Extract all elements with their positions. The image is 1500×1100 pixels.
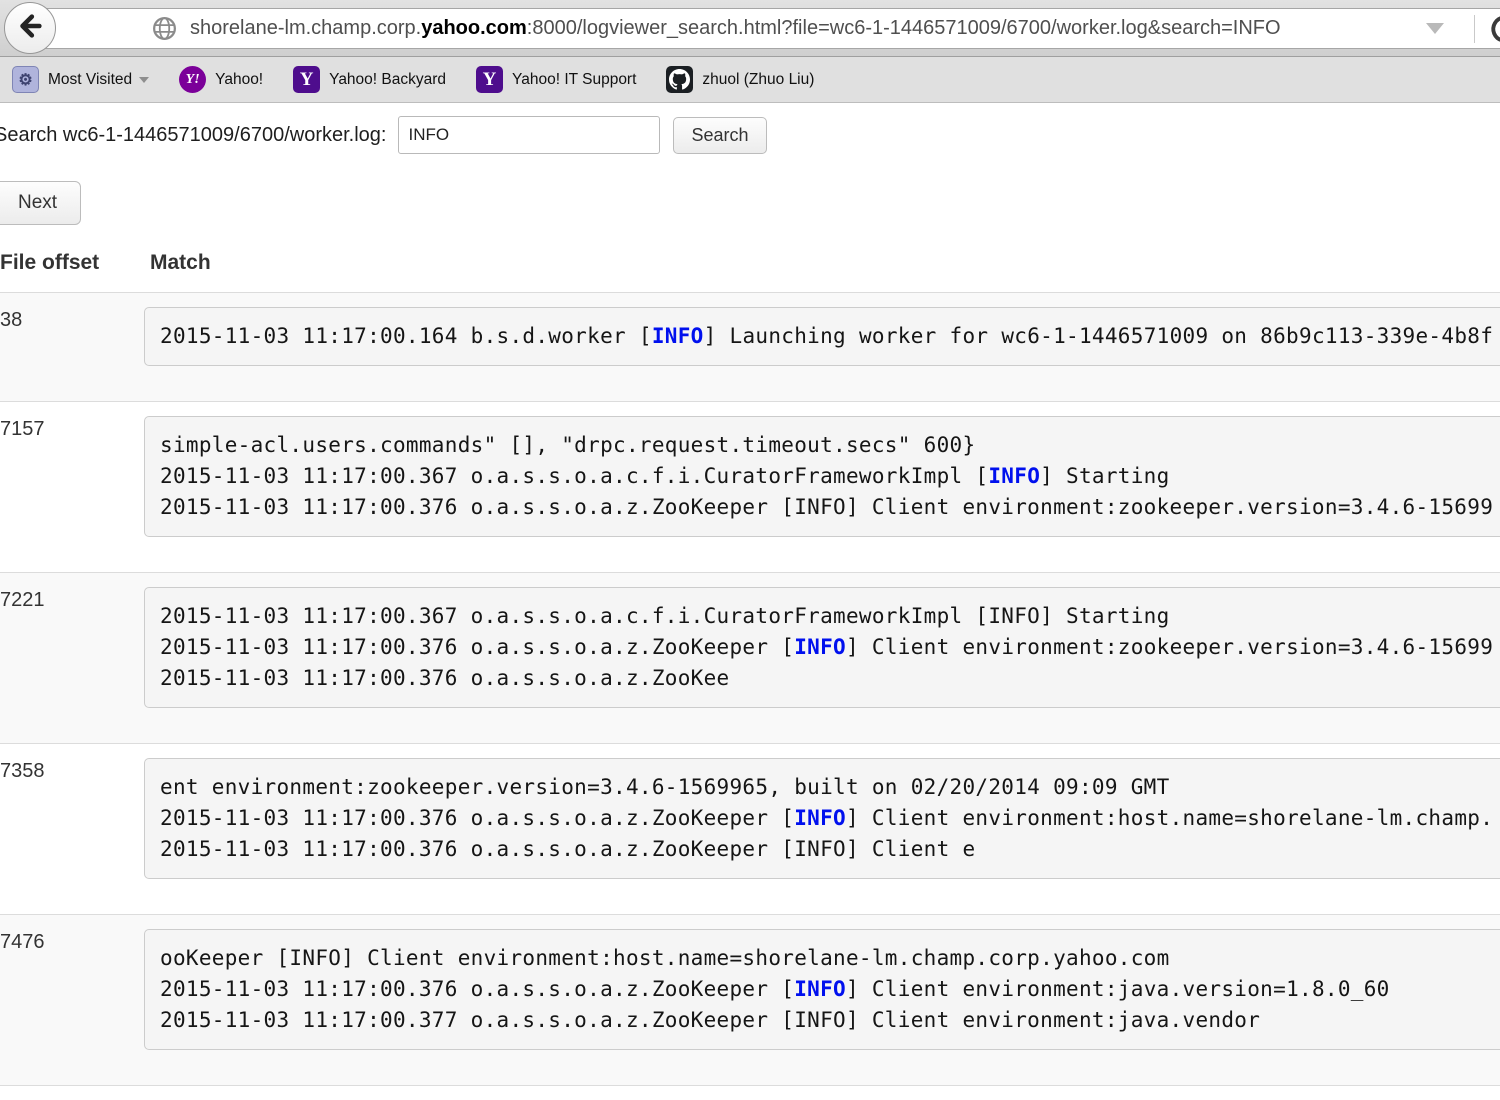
file-offset-cell: 7476: [0, 915, 144, 1086]
bookmark-yahoo[interactable]: Y! Yahoo!: [179, 66, 263, 93]
bookmark-yahoo-it-support[interactable]: Y Yahoo! IT Support: [476, 66, 636, 93]
column-header-file-offset: File offset: [0, 225, 144, 293]
url-prefix: shorelane-lm.champ.corp.: [190, 17, 421, 39]
log-match-pre: ent environment:zookeeper.version=3.4.6-…: [144, 758, 1500, 879]
table-header-row: File offset Match: [0, 225, 1500, 293]
globe-icon: [151, 15, 178, 42]
url-text[interactable]: shorelane-lm.champ.corp.yahoo.com:8000/l…: [190, 17, 1281, 40]
search-results-table: File offset Match 382015-11-03 11:17:00.…: [0, 225, 1500, 1100]
match-cell: 2015-11-03 11:17:00.164 b.s.d.worker [IN…: [144, 293, 1500, 402]
logviewer-page: Search wc6-1-1446571009/6700/worker.log:…: [0, 116, 1500, 1100]
log-match-pre: 2015-11-03 11:17:00.164 b.s.d.worker [IN…: [144, 307, 1500, 366]
match-cell: [144, 1086, 1500, 1100]
bookmark-label: Yahoo! Backyard: [329, 71, 446, 89]
bookmark-most-visited[interactable]: ⚙ Most Visited: [12, 66, 149, 93]
reload-icon[interactable]: [1487, 11, 1500, 47]
bookmark-label: zhuol (Zhuo Liu): [702, 71, 814, 89]
bookmark-label: Yahoo!: [215, 71, 263, 89]
search-label: Search wc6-1-1446571009/6700/worker.log:: [0, 124, 386, 147]
table-row: 72212015-11-03 11:17:00.367 o.a.s.s.o.a.…: [0, 573, 1500, 744]
url-bar[interactable]: shorelane-lm.champ.corp.yahoo.com:8000/l…: [28, 8, 1500, 49]
matched-term: INFO: [988, 464, 1040, 488]
url-domain: yahoo.com: [421, 17, 527, 39]
bookmarks-bar: ⚙ Most Visited Y! Yahoo! Y Yahoo! Backyard Y Ya…: [0, 57, 1500, 103]
log-match-pre: simple-acl.users.commands" [], "drpc.req…: [144, 416, 1500, 537]
file-offset-cell: 38: [0, 293, 144, 402]
log-match-pre: 2015-11-03 11:17:00.367 o.a.s.s.o.a.c.f.…: [144, 587, 1500, 708]
matched-term: INFO: [794, 977, 846, 1001]
file-offset-cell: 7157: [0, 402, 144, 573]
table-row: 7476ooKeeper [INFO] Client environment:h…: [0, 915, 1500, 1086]
table-row: 7358ent environment:zookeeper.version=3.…: [0, 744, 1500, 915]
file-offset-cell: 7358: [0, 744, 144, 915]
yahoo-circle-icon: Y!: [179, 66, 206, 93]
back-button[interactable]: [4, 2, 56, 54]
match-cell: ent environment:zookeeper.version=3.4.6-…: [144, 744, 1500, 915]
matched-term: INFO: [652, 324, 704, 348]
log-match-pre: ooKeeper [INFO] Client environment:host.…: [144, 929, 1500, 1050]
github-icon: [666, 66, 693, 93]
file-offset-cell: [0, 1086, 144, 1100]
search-button[interactable]: Search: [673, 117, 766, 154]
bookmark-label: Most Visited: [48, 71, 132, 89]
back-arrow-icon: [15, 11, 45, 46]
bookmark-yahoo-backyard[interactable]: Y Yahoo! Backyard: [293, 66, 446, 93]
matched-term: INFO: [794, 635, 846, 659]
bookmark-label: Yahoo! IT Support: [512, 71, 636, 89]
next-button[interactable]: Next: [0, 181, 81, 225]
folder-icon: ⚙: [12, 66, 39, 93]
search-input[interactable]: [398, 116, 660, 154]
search-form: Search wc6-1-1446571009/6700/worker.log:…: [0, 116, 1500, 154]
yahoo-square-icon: Y: [476, 66, 503, 93]
match-cell: 2015-11-03 11:17:00.367 o.a.s.s.o.a.c.f.…: [144, 573, 1500, 744]
urlbar-separator: [1474, 15, 1475, 43]
bookmark-zhuol-zhuo-liu[interactable]: zhuol (Zhuo Liu): [666, 66, 814, 93]
table-row: 382015-11-03 11:17:00.164 b.s.d.worker […: [0, 293, 1500, 402]
table-row: [0, 1086, 1500, 1100]
yahoo-square-icon: Y: [293, 66, 320, 93]
table-row: 7157simple-acl.users.commands" [], "drpc…: [0, 402, 1500, 573]
match-cell: ooKeeper [INFO] Client environment:host.…: [144, 915, 1500, 1086]
file-offset-cell: 7221: [0, 573, 144, 744]
urlbar-dropdown-icon[interactable]: [1426, 23, 1444, 34]
url-suffix: :8000/logviewer_search.html?file=wc6-1-1…: [527, 17, 1281, 39]
column-header-match: Match: [144, 225, 1500, 293]
match-cell: simple-acl.users.commands" [], "drpc.req…: [144, 402, 1500, 573]
browser-toolbar: shorelane-lm.champ.corp.yahoo.com:8000/l…: [0, 0, 1500, 57]
dropdown-caret-icon: [139, 77, 149, 83]
matched-term: INFO: [794, 806, 846, 830]
